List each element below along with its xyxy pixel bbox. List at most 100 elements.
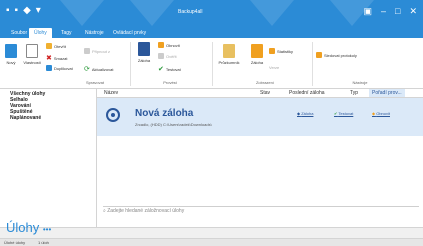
stats-button[interactable]: Statistiky (269, 48, 293, 54)
new-button[interactable]: Nový (3, 44, 19, 65)
search-placeholder: Zadejte hledané záložnovací úlohy (107, 208, 185, 214)
explore-button[interactable]: Průzkumník (214, 44, 244, 65)
ribbon: Nový Vlastnosti Otevřít ✖ Smazat Dupliko… (0, 38, 423, 89)
restore-button[interactable]: Obnovit (158, 42, 180, 48)
backup-link-label: Záloha (301, 111, 314, 116)
verify-button[interactable]: Ověřit (158, 53, 177, 59)
test-small-icon: ✔ (334, 111, 338, 116)
refresh-icon: ⟳ (84, 66, 90, 73)
column-last-backup[interactable]: Poslední záloha (289, 90, 325, 96)
nav-item-scheduled[interactable]: Naplánované (10, 115, 41, 121)
group-label-manage: Spravovat (85, 80, 104, 85)
maximize-button[interactable]: □ (395, 6, 400, 16)
titlebar-decoration (250, 0, 294, 26)
ribbon-tabs: Soubor Úlohy Tagy Nástroje Ovládací prvk… (0, 26, 423, 38)
tab-ovladaci-prvky[interactable]: Ovládací prvky (108, 28, 151, 38)
column-status[interactable]: Stav (260, 90, 270, 96)
job-test-link[interactable]: ✔ Testovat (334, 111, 353, 116)
bottom-nav-title: Úlohy (6, 220, 40, 235)
job-row[interactable]: Nová záloha Zrcadlo, (HDD) C:\Users\rade… (97, 98, 423, 136)
backup2-label: Záloha (250, 60, 264, 65)
backup-view-button[interactable]: Záloha (246, 44, 268, 65)
job-backup-link[interactable]: ◆ Záloha (297, 111, 313, 116)
mirror-backup-icon (106, 108, 120, 122)
duplicate-label: Duplikovat (54, 65, 73, 71)
ribbon-separator (130, 42, 131, 86)
ribbon-options-icon[interactable]: ▣ (363, 6, 372, 16)
stats-icon (269, 48, 275, 54)
folder-icon (46, 43, 52, 49)
backup-button[interactable]: Záloha (133, 42, 155, 63)
duplicate-button[interactable]: Duplikovat (46, 65, 73, 71)
logs-icon (316, 52, 322, 58)
test-button[interactable]: ✔ Testovat (158, 65, 181, 73)
delete-button[interactable]: ✖ Smazat (46, 54, 67, 62)
pin-label: Připnout z (92, 48, 111, 54)
logs-label: Sledovat protokoly (324, 52, 357, 58)
new-label: Nový (6, 60, 16, 65)
properties-label: Vlastnosti (23, 60, 41, 65)
verify-label: Ověřit (166, 53, 177, 59)
column-name[interactable]: Název (104, 90, 118, 96)
backup-label: Záloha (137, 58, 151, 63)
test-check-icon: ✔ (158, 66, 164, 73)
bottom-nav-label[interactable]: Úlohy ••• (6, 220, 51, 235)
pin-button[interactable]: Připnout z (84, 48, 110, 54)
title-bar: ▪ ▪ ◆ ▾ Backup4all ▣ – □ ✕ (0, 0, 423, 26)
open-label: Otevřít (54, 43, 67, 49)
duplicate-icon (46, 65, 52, 71)
column-type[interactable]: Typ (350, 90, 358, 96)
restore-label: Obnovit (166, 42, 180, 48)
refresh-label: Aktualizovat (91, 66, 114, 72)
tab-tagy[interactable]: Tagy (56, 28, 77, 38)
restore-icon (158, 42, 164, 48)
properties-icon (26, 44, 38, 58)
restore-small-icon: ◆ (372, 111, 376, 116)
titlebar-decoration (60, 0, 104, 26)
group-label-tools: Nástroje (352, 80, 368, 85)
tab-nastroje[interactable]: Nástroje (80, 28, 109, 38)
minimize-button[interactable]: – (381, 6, 386, 16)
job-restore-link[interactable]: ◆ Obnovit (372, 111, 390, 116)
quick-access-item[interactable]: ◆ (23, 6, 31, 16)
quick-access-toolbar: ▪ ▪ ◆ ▾ (6, 6, 41, 16)
status-left: Úlohé úlohy (4, 240, 26, 245)
quick-access-item[interactable]: ▾ (36, 6, 41, 16)
tab-ulohy[interactable]: Úlohy (29, 28, 52, 38)
quick-access-item[interactable]: ▪ (6, 6, 10, 16)
close-button[interactable]: ✕ (409, 6, 417, 16)
versions-button[interactable]: Verze (269, 65, 279, 70)
verify-icon (158, 53, 164, 59)
search-box[interactable]: ⌕ Zadejte hledané záložnovací úlohy (103, 206, 419, 216)
new-job-icon (5, 44, 17, 58)
ribbon-separator (312, 42, 313, 86)
versions-label: Verze (269, 65, 280, 70)
test-link-label: Testovat (338, 111, 354, 116)
column-header: Název Stav Poslední záloha Typ Pořadí pr… (97, 89, 423, 98)
refresh-button[interactable]: ⟳ Aktualizovat (84, 65, 113, 73)
job-filter-nav: Všechny úlohy Selhalo Varování Spuštěné … (0, 89, 97, 227)
job-path: Zrcadlo, (HDD) C:\Users\radek\Downloads\ (135, 122, 212, 127)
logs-button[interactable]: Sledovat protokoly (316, 52, 357, 58)
open-button[interactable]: Otevřít (46, 43, 66, 49)
group-label-perform: Provést (163, 80, 177, 85)
job-title: Nová záloha (135, 108, 194, 119)
delete-label: Smazat (53, 55, 68, 61)
column-order[interactable]: Pořadí prov... (369, 89, 405, 97)
status-right: 1 úloh (38, 240, 49, 245)
window-controls: ▣ – □ ✕ (363, 6, 417, 16)
group-label-view: Zobrazení (255, 80, 274, 85)
quick-access-item[interactable]: ▪ (15, 6, 19, 16)
test-label: Testovat (165, 66, 181, 72)
window-title: Backup4all (178, 9, 203, 15)
properties-button[interactable]: Vlastnosti (21, 44, 43, 65)
restore-link-label: Obnovit (376, 111, 390, 116)
more-options-icon[interactable]: ••• (43, 225, 51, 234)
search-icon: ⌕ (103, 208, 106, 214)
titlebar-decoration (130, 0, 174, 26)
backup-view-icon (251, 44, 263, 58)
ribbon-separator (212, 42, 213, 86)
backup-icon (138, 42, 150, 56)
delete-icon: ✖ (46, 55, 52, 62)
backup-small-icon: ◆ (297, 111, 301, 116)
